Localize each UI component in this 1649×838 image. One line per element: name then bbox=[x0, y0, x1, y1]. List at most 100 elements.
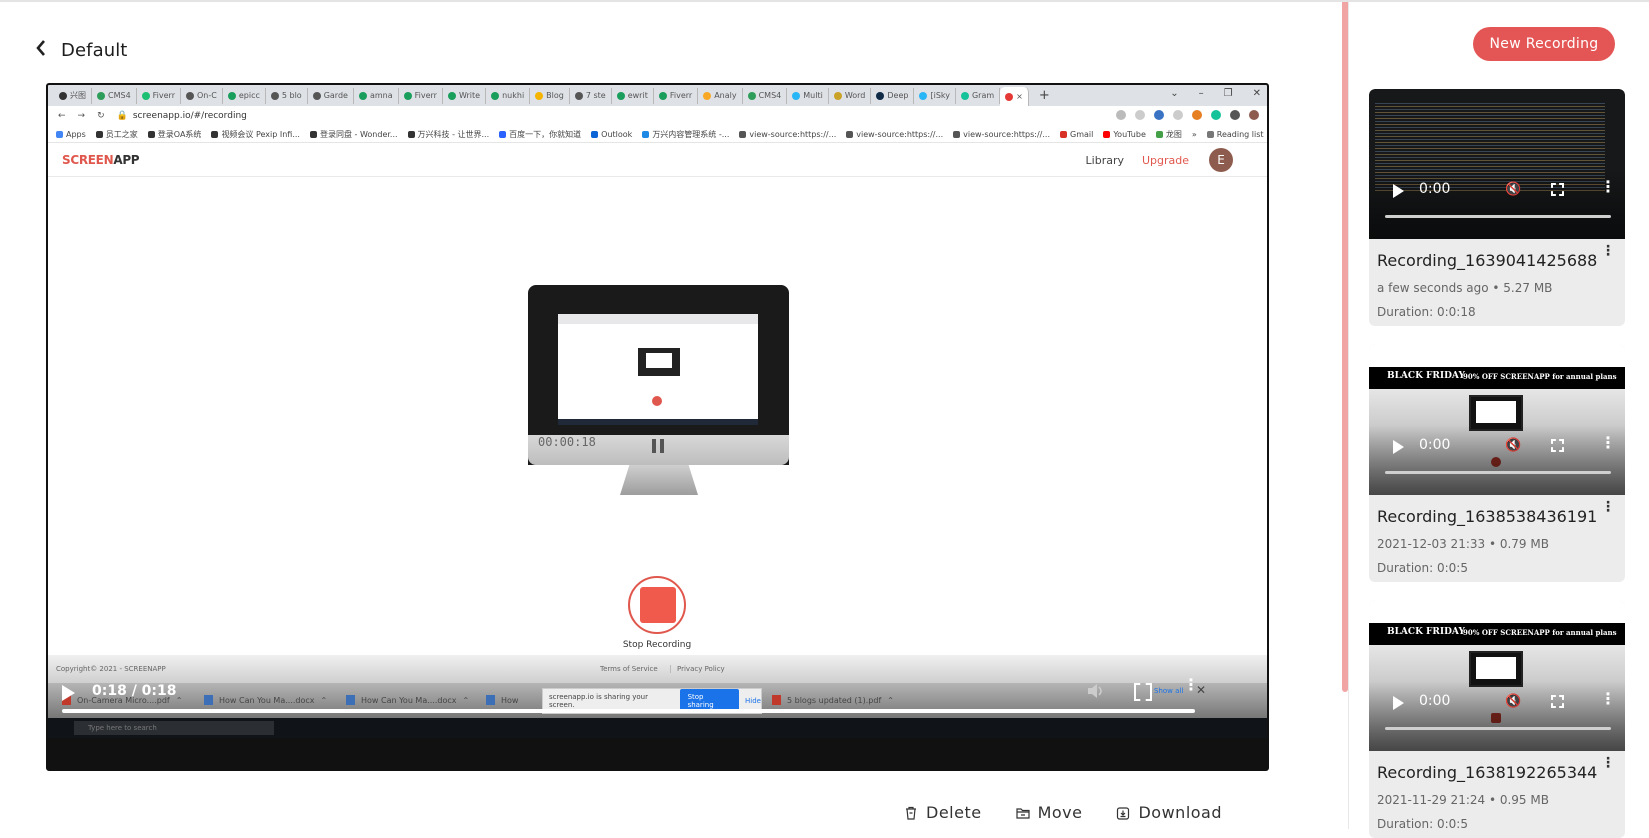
back-arrow-icon: ← bbox=[58, 111, 66, 121]
browser-tab: Deep bbox=[871, 87, 915, 104]
screenapp-nav-upgrade: Upgrade bbox=[1141, 154, 1189, 167]
recording-card[interactable]: BLACK FRIDAY 90% OFF SCREENAPP for annua… bbox=[1369, 345, 1625, 582]
new-tab-icon: + bbox=[1038, 88, 1050, 103]
recording-thumbnail[interactable]: BLACK FRIDAY 90% OFF SCREENAPP for annua… bbox=[1369, 601, 1625, 751]
move-label: Move bbox=[1037, 803, 1083, 822]
imac-illustration: 00:00:18 bbox=[528, 285, 789, 495]
move-button[interactable]: Move bbox=[1015, 803, 1083, 822]
screenapp-logo: SCREENAPP bbox=[62, 153, 140, 167]
play-icon[interactable] bbox=[1393, 184, 1404, 198]
more-options-icon[interactable]: ⋮ bbox=[1600, 689, 1616, 708]
recording-meta: 2021-12-03 21:33 • 0.79 MB bbox=[1377, 537, 1549, 551]
trash-icon bbox=[906, 806, 916, 820]
thumb-banner-right: 90% OFF SCREENAPP for annual plans bbox=[1463, 372, 1617, 381]
thumb-progress-bar[interactable] bbox=[1385, 471, 1611, 474]
browser-tab: Analy bbox=[698, 87, 743, 104]
bookmark-item: 员工之家 bbox=[95, 129, 138, 140]
bookmark-item: 万兴内容管理系统 -... bbox=[642, 129, 729, 140]
browser-tab: Fiverr bbox=[654, 87, 699, 104]
browser-tab: Blog bbox=[530, 87, 570, 104]
stop-recording-label: Stop Recording bbox=[622, 640, 692, 650]
browser-tab: epicc bbox=[223, 87, 266, 104]
more-options-icon[interactable]: ⋮ bbox=[1600, 433, 1616, 452]
recording-meta: 2021-11-29 21:24 • 0.95 MB bbox=[1377, 793, 1549, 807]
mute-icon[interactable]: 🔇 bbox=[1505, 438, 1521, 453]
bookmark-item: 登录OA系统 bbox=[147, 129, 201, 140]
thumb-banner-left: BLACK FRIDAY bbox=[1387, 627, 1465, 637]
bookmark-item: Outlook bbox=[591, 130, 632, 139]
fullscreen-icon[interactable] bbox=[1551, 695, 1564, 708]
video-player[interactable]: 兴图 CMS4 Fiverr On-C epicc 5 blo Garde am… bbox=[46, 83, 1269, 771]
fullscreen-icon[interactable] bbox=[1551, 183, 1564, 196]
close-icon: ✕ bbox=[1196, 683, 1207, 697]
recording-meta: a few seconds ago • 5.27 MB bbox=[1377, 281, 1553, 295]
sidebar-scrollbar[interactable] bbox=[1342, 2, 1348, 692]
browser-tab: CMS4 bbox=[743, 87, 788, 104]
recording-title: Recording_1639041425688 bbox=[1377, 251, 1598, 270]
thumb-progress-bar[interactable] bbox=[1385, 727, 1611, 730]
browser-tab: Gram bbox=[956, 87, 1001, 104]
chevron-left-icon bbox=[36, 40, 45, 56]
reload-icon: ↻ bbox=[97, 111, 105, 121]
browser-tab: [iSky bbox=[914, 87, 956, 104]
browser-tab: 5 blo bbox=[266, 87, 308, 104]
kebab-menu-icon[interactable]: ⋮ bbox=[1601, 500, 1615, 514]
bookmark-item: Gmail bbox=[1060, 130, 1093, 139]
screenapp-nav-library: Library bbox=[1085, 154, 1124, 167]
thumb-progress-bar[interactable] bbox=[1385, 215, 1611, 218]
thumb-time: 0:00 bbox=[1419, 437, 1451, 453]
back-button[interactable] bbox=[34, 38, 48, 58]
browser-tab: Fiverr bbox=[137, 87, 181, 104]
more-options-icon[interactable]: ⋮ bbox=[1600, 177, 1616, 196]
window-controls: ⌄ – ❐ ✕ bbox=[1170, 88, 1261, 99]
stop-recording-icon bbox=[628, 576, 686, 634]
video-controls: 0:18 / 0:18 Show all ⋮ ✕ bbox=[48, 673, 1267, 733]
kebab-menu-icon[interactable]: ⋮ bbox=[1601, 756, 1615, 770]
bookmark-item: view-source:https://... bbox=[739, 130, 836, 139]
bookmark-item: 视频会议 Pexip Infi... bbox=[211, 129, 300, 140]
thumb-time: 0:00 bbox=[1419, 181, 1451, 197]
bookmark-item: YouTube bbox=[1103, 130, 1146, 139]
browser-extension-icons bbox=[1116, 110, 1259, 120]
browser-tab: On-C bbox=[181, 87, 223, 104]
kebab-menu-icon[interactable]: ⋮ bbox=[1601, 244, 1615, 258]
play-icon[interactable] bbox=[62, 685, 75, 701]
browser-address-bar: ← → ↻ 🔒 screenapp.io/#/recording bbox=[48, 106, 1267, 126]
volume-icon[interactable] bbox=[1086, 683, 1106, 699]
bookmark-item: 龙图 bbox=[1155, 129, 1182, 140]
download-icon bbox=[1117, 806, 1130, 820]
footer-privacy: Privacy Policy bbox=[670, 665, 725, 673]
thumb-banner-right: 90% OFF SCREENAPP for annual plans bbox=[1463, 628, 1617, 637]
mute-icon[interactable]: 🔇 bbox=[1505, 694, 1521, 709]
bookmark-item: view-source:https://... bbox=[846, 130, 943, 139]
recording-card[interactable]: 0:00 🔇 ⋮ Recording_1639041425688 ⋮ a few… bbox=[1369, 89, 1625, 326]
download-button[interactable]: Download bbox=[1116, 803, 1222, 822]
play-icon[interactable] bbox=[1393, 696, 1404, 710]
video-time: 0:18 / 0:18 bbox=[92, 683, 177, 699]
thumb-time: 0:00 bbox=[1419, 693, 1451, 709]
recording-thumbnail[interactable]: BLACK FRIDAY 90% OFF SCREENAPP for annua… bbox=[1369, 345, 1625, 495]
mute-icon[interactable]: 🔇 bbox=[1505, 182, 1521, 197]
browser-tab: Multi bbox=[787, 87, 829, 104]
browser-tab-active: × bbox=[1000, 87, 1029, 106]
new-recording-button[interactable]: New Recording bbox=[1473, 27, 1615, 61]
fullscreen-icon[interactable] bbox=[1134, 683, 1148, 697]
fullscreen-icon[interactable] bbox=[1551, 439, 1564, 452]
screenapp-header: SCREENAPP Library Upgrade E bbox=[48, 143, 1267, 177]
folder-icon bbox=[1015, 807, 1030, 819]
browser-tab: Fiverr bbox=[399, 87, 443, 104]
browser-tab: Word bbox=[829, 87, 872, 104]
recording-actions: Delete Move Download bbox=[904, 803, 1222, 822]
delete-button[interactable]: Delete bbox=[904, 803, 982, 822]
video-progress-bar[interactable] bbox=[62, 709, 1195, 713]
recording-thumbnail[interactable]: 0:00 🔇 ⋮ bbox=[1369, 89, 1625, 239]
play-icon[interactable] bbox=[1393, 440, 1404, 454]
browser-tab: Garde bbox=[308, 87, 354, 104]
browser-url: screenapp.io/#/recording bbox=[132, 111, 247, 121]
forward-arrow-icon: → bbox=[77, 111, 86, 121]
recording-card[interactable]: BLACK FRIDAY 90% OFF SCREENAPP for annua… bbox=[1369, 601, 1625, 838]
bookmark-item: 百度一下，你就知道 bbox=[499, 129, 581, 140]
show-all-link: Show all bbox=[1154, 687, 1184, 695]
delete-label: Delete bbox=[926, 803, 982, 822]
browser-tab: ewrit bbox=[612, 87, 654, 104]
